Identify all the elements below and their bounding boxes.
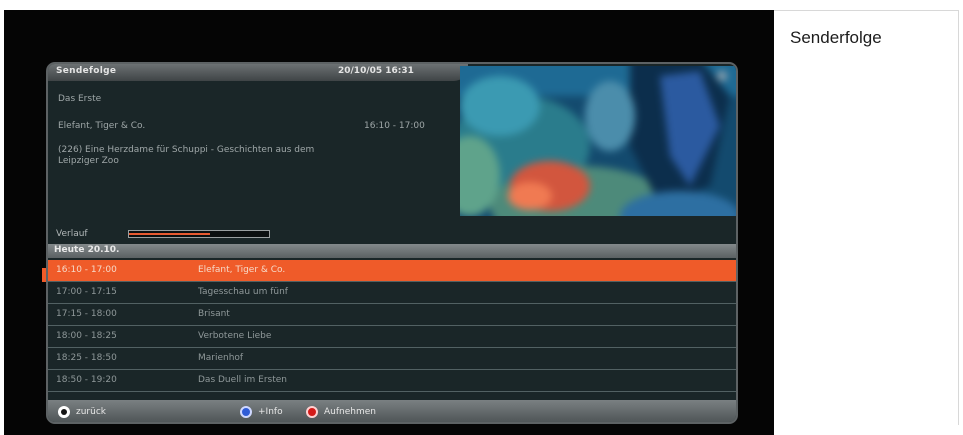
record-button[interactable]: Aufnehmen — [306, 405, 376, 419]
tv-screen: Sendefolge 20/10/05 16:31 Das Erste Elef… — [4, 10, 774, 435]
title-bar: Sendefolge 20/10/05 16:31 — [48, 64, 468, 81]
info-button[interactable]: +Info — [240, 405, 283, 419]
schedule-row[interactable]: 17:00 - 17:15 Tagesschau um fünf — [48, 282, 736, 304]
schedule-title: Das Duell im Ersten — [198, 375, 288, 385]
schedule-row[interactable]: 18:50 - 19:20 Das Duell im Ersten — [48, 370, 736, 392]
aquarium-image — [460, 66, 736, 216]
footer-bar: zurück +Info Aufnehmen — [48, 400, 736, 422]
progress-fill — [129, 233, 211, 235]
schedule-time: 16:10 - 17:00 — [56, 265, 117, 275]
current-program-time: 16:10 - 17:00 — [364, 121, 425, 131]
current-program-title: Elefant, Tiger & Co. — [58, 121, 146, 131]
back-button[interactable]: zurück — [58, 405, 106, 419]
schedule-time: 18:50 - 19:20 — [56, 375, 117, 385]
schedule-row[interactable]: 18:00 - 18:25 Verbotene Liebe — [48, 326, 736, 348]
epg-panel: Sendefolge 20/10/05 16:31 Das Erste Elef… — [46, 62, 738, 424]
schedule-time: 17:15 - 18:00 — [56, 309, 117, 319]
schedule-row[interactable]: 16:10 - 17:00 Elefant, Tiger & Co. — [48, 260, 736, 282]
channel-name: Das Erste — [58, 94, 102, 104]
record-label: Aufnehmen — [324, 407, 376, 417]
schedule-title: Brisant — [198, 309, 230, 319]
divider-top — [774, 10, 959, 11]
current-datetime: 20/10/05 16:31 — [338, 66, 414, 76]
day-header: Heute 20.10. — [48, 244, 736, 258]
divider-right — [958, 10, 959, 425]
schedule-title: Marienhof — [198, 353, 244, 363]
panel-title: Sendefolge — [56, 66, 117, 76]
schedule-time: 17:00 - 17:15 — [56, 287, 117, 297]
progress-label: Verlauf — [56, 229, 88, 239]
live-preview — [460, 66, 736, 216]
schedule-list: 16:10 - 17:00 Elefant, Tiger & Co. 17:00 -… — [48, 260, 736, 392]
info-label: +Info — [258, 407, 283, 417]
schedule-row[interactable]: 18:25 - 18:50 Marienhof — [48, 348, 736, 370]
schedule-title: Tagesschau um fünf — [198, 287, 288, 297]
schedule-row[interactable]: 17:15 - 18:00 Brisant — [48, 304, 736, 326]
back-icon — [58, 406, 70, 418]
program-description: (226) Eine Herzdame für Schuppi - Geschi… — [58, 145, 315, 166]
progress-bar — [128, 230, 270, 238]
schedule-title: Verbotene Liebe — [198, 331, 272, 341]
red-button-icon — [306, 406, 318, 418]
schedule-time: 18:25 - 18:50 — [56, 353, 117, 363]
schedule-title: Elefant, Tiger & Co. — [198, 265, 286, 275]
schedule-time: 18:00 - 18:25 — [56, 331, 117, 341]
day-header-label: Heute 20.10. — [54, 245, 120, 255]
back-label: zurück — [76, 407, 106, 417]
blue-button-icon — [240, 406, 252, 418]
caption-title: Senderfolge — [790, 28, 882, 47]
